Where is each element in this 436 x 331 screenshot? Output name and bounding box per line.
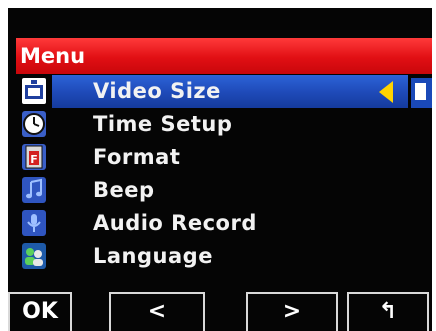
menu-item-time-setup[interactable]: Time Setup bbox=[16, 108, 432, 141]
svg-text:F: F bbox=[30, 153, 38, 166]
value-box-icon bbox=[415, 83, 426, 100]
value-indicator bbox=[411, 78, 432, 108]
menu-title: Menu bbox=[16, 38, 432, 74]
previous-button[interactable]: < bbox=[109, 292, 205, 331]
next-button[interactable]: > bbox=[246, 292, 338, 331]
ok-button[interactable]: OK bbox=[8, 292, 72, 331]
microphone-icon bbox=[22, 210, 46, 236]
menu-item-label: Time Setup bbox=[93, 112, 233, 136]
menu-item-label: Format bbox=[93, 145, 181, 169]
softkey-bar: OK < > ↰ bbox=[0, 292, 436, 331]
menu-item-format[interactable]: F Format bbox=[16, 141, 432, 174]
device-screen: Menu Video Size Time Setup F Format Beep… bbox=[8, 8, 432, 331]
menu-item-label: Video Size bbox=[93, 79, 221, 103]
value-left-arrow-icon[interactable] bbox=[379, 81, 393, 103]
format-card-icon: F bbox=[22, 144, 46, 170]
video-size-icon bbox=[22, 78, 46, 104]
back-button[interactable]: ↰ bbox=[347, 292, 429, 331]
menu-item-label: Beep bbox=[93, 178, 155, 202]
music-note-icon bbox=[22, 177, 46, 203]
language-people-icon bbox=[22, 243, 46, 269]
menu-item-label: Language bbox=[93, 244, 213, 268]
menu-item-language[interactable]: Language bbox=[16, 240, 432, 273]
return-arrow-icon: ↰ bbox=[378, 299, 398, 324]
menu-item-video-size[interactable]: Video Size bbox=[16, 75, 432, 108]
clock-icon bbox=[22, 111, 46, 137]
menu-item-label: Audio Record bbox=[93, 211, 257, 235]
menu-item-beep[interactable]: Beep bbox=[16, 174, 432, 207]
menu-item-audio-record[interactable]: Audio Record bbox=[16, 207, 432, 240]
